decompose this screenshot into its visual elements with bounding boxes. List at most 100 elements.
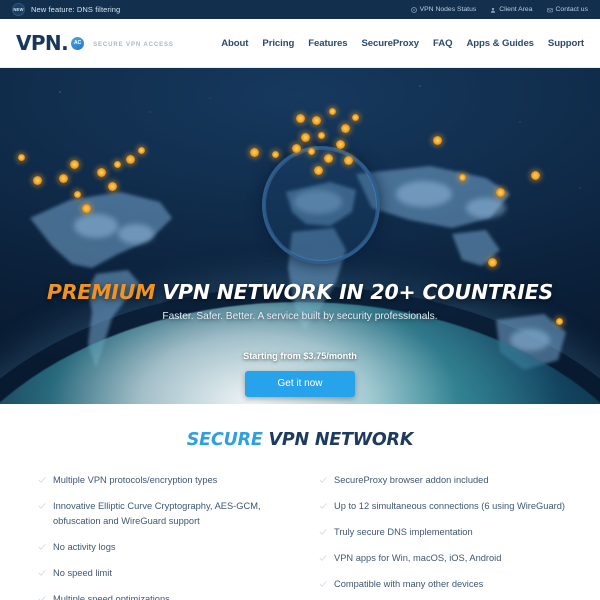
feature-item-label: VPN apps for Win, macOS, iOS, Android [334, 553, 502, 564]
top-link-label: Contact us [555, 6, 589, 13]
server-node-marker [301, 133, 310, 142]
features-columns: Multiple VPN protocols/encryption types I… [0, 473, 600, 600]
check-icon [38, 477, 46, 483]
nav-item-apps-and-guides[interactable]: Apps & Guides [466, 38, 534, 49]
server-node-marker [114, 161, 121, 168]
logo-badge-icon: AC [71, 36, 85, 50]
feature-item-label: Truly secure DNS implementation [334, 527, 473, 538]
server-node-marker [312, 116, 321, 125]
user-icon [491, 7, 496, 13]
feature-item: No activity logs [38, 540, 285, 555]
server-node-marker [336, 140, 345, 149]
site-logo[interactable]: VPN. AC SECURE VPN ACCESS [16, 31, 174, 55]
server-node-marker [308, 148, 315, 155]
feature-item-label: No speed limit [53, 568, 112, 579]
feature-item-label: SecureProxy browser addon included [334, 475, 489, 485]
server-node-marker [108, 182, 117, 191]
nav-item-pricing[interactable]: Pricing [262, 38, 294, 49]
magnifier-lens [262, 146, 380, 264]
server-node-marker [33, 176, 42, 185]
section-title-rest: VPN NETWORK [268, 430, 414, 450]
feature-item: Up to 12 simultaneous connections (6 usi… [319, 499, 566, 514]
server-node-marker [352, 114, 359, 121]
server-node-marker [329, 108, 336, 115]
check-icon [319, 555, 327, 561]
hero-price-note: Starting from $3.75/month [243, 351, 357, 361]
feature-item: VPN apps for Win, macOS, iOS, Android [319, 551, 566, 566]
server-node-marker [138, 147, 145, 154]
server-node-marker [296, 114, 305, 123]
nav-item-support[interactable]: Support [548, 38, 584, 49]
nav-item-features[interactable]: Features [308, 38, 347, 49]
feature-item: Multiple speed optimizations [38, 592, 285, 600]
check-icon [319, 529, 327, 535]
server-node-marker [59, 174, 68, 183]
server-node-marker [496, 188, 505, 197]
server-node-marker [70, 160, 79, 169]
server-node-marker [126, 155, 135, 164]
signal-icon [410, 6, 417, 13]
nav-item-faq[interactable]: FAQ [433, 38, 453, 49]
feature-item-label: No activity logs [53, 542, 116, 553]
top-announcement-bar: NEW New feature: DNS filtering VPN Nodes… [0, 0, 600, 19]
hero-subtitle: Faster. Safer. Better. A service built b… [162, 311, 438, 322]
server-node-marker [272, 151, 279, 158]
server-node-marker [82, 204, 91, 213]
server-node-marker [341, 124, 350, 133]
hero-headline-highlight: PREMIUM [46, 280, 156, 304]
check-icon [38, 503, 46, 509]
server-node-marker [344, 156, 353, 165]
top-link-vpn-nodes-status[interactable]: VPN Nodes Status [410, 6, 477, 13]
features-column-left: Multiple VPN protocols/encryption types I… [38, 473, 285, 600]
check-icon [38, 544, 46, 550]
hero-copy: PREMIUM VPN NETWORK IN 20+ COUNTRIES Fas… [0, 280, 600, 397]
feature-item: Compatible with many other devices [319, 577, 566, 592]
check-icon [319, 503, 327, 509]
feature-item: Innovative Elliptic Curve Cryptography, … [38, 499, 285, 529]
section-title: SECURE VPN NETWORK [0, 430, 600, 450]
features-column-right: SecureProxy browser addon included Up to … [301, 473, 566, 600]
section-title-highlight: SECURE [186, 430, 263, 450]
hero-headline-rest: VPN NETWORK IN 20+ COUNTRIES [162, 280, 554, 304]
features-section: SECURE VPN NETWORK Multiple VPN protocol… [0, 404, 600, 600]
feature-item: Truly secure DNS implementation [319, 525, 566, 540]
nav-item-about[interactable]: About [221, 38, 248, 49]
feature-item-label: Multiple VPN protocols/encryption types [53, 475, 218, 485]
announcement: NEW New feature: DNS filtering [12, 3, 120, 16]
server-node-marker [433, 136, 442, 145]
announcement-text: New feature: DNS filtering [31, 5, 121, 14]
top-link-label: Client Area [499, 6, 533, 13]
server-node-marker [459, 174, 466, 181]
check-icon [38, 596, 46, 600]
feature-item: SecureProxy browser addon included [319, 473, 566, 488]
check-icon [38, 570, 46, 576]
server-node-marker [97, 168, 106, 177]
top-link-client-area[interactable]: Client Area [490, 6, 533, 13]
check-icon [319, 477, 327, 483]
feature-item: No speed limit [38, 566, 285, 581]
hero-headline: PREMIUM VPN NETWORK IN 20+ COUNTRIES [0, 280, 600, 304]
main-navigation: About Pricing Features SecureProxy FAQ A… [221, 38, 584, 49]
check-icon [319, 581, 327, 587]
server-node-marker [74, 191, 81, 198]
get-it-now-button[interactable]: Get it now [245, 371, 355, 397]
vpn-landing-page: NEW New feature: DNS filtering VPN Nodes… [0, 0, 600, 600]
server-node-marker [318, 132, 325, 139]
feature-item-label: Innovative Elliptic Curve Cryptography, … [53, 501, 261, 527]
feature-item: Multiple VPN protocols/encryption types [38, 473, 285, 488]
feature-item-label: Up to 12 simultaneous connections (6 usi… [334, 501, 565, 512]
server-node-marker [488, 258, 497, 267]
hero-section: PREMIUM VPN NETWORK IN 20+ COUNTRIES Fas… [0, 68, 600, 404]
top-utility-links: VPN Nodes Status Client Area Contact us [410, 6, 589, 13]
feature-item-label: Compatible with many other devices [334, 579, 484, 590]
top-link-contact-us[interactable]: Contact us [546, 6, 589, 13]
new-badge-icon: NEW [12, 3, 25, 16]
top-link-label: VPN Nodes Status [419, 6, 477, 13]
logo-wordmark: VPN. [16, 31, 69, 55]
server-node-marker [292, 144, 301, 153]
server-node-marker [531, 171, 540, 180]
logo-tagline: SECURE VPN ACCESS [93, 41, 174, 48]
feature-item-label: Multiple speed optimizations [53, 594, 170, 600]
site-header: VPN. AC SECURE VPN ACCESS About Pricing … [0, 19, 600, 68]
nav-item-secureproxy[interactable]: SecureProxy [361, 38, 419, 49]
